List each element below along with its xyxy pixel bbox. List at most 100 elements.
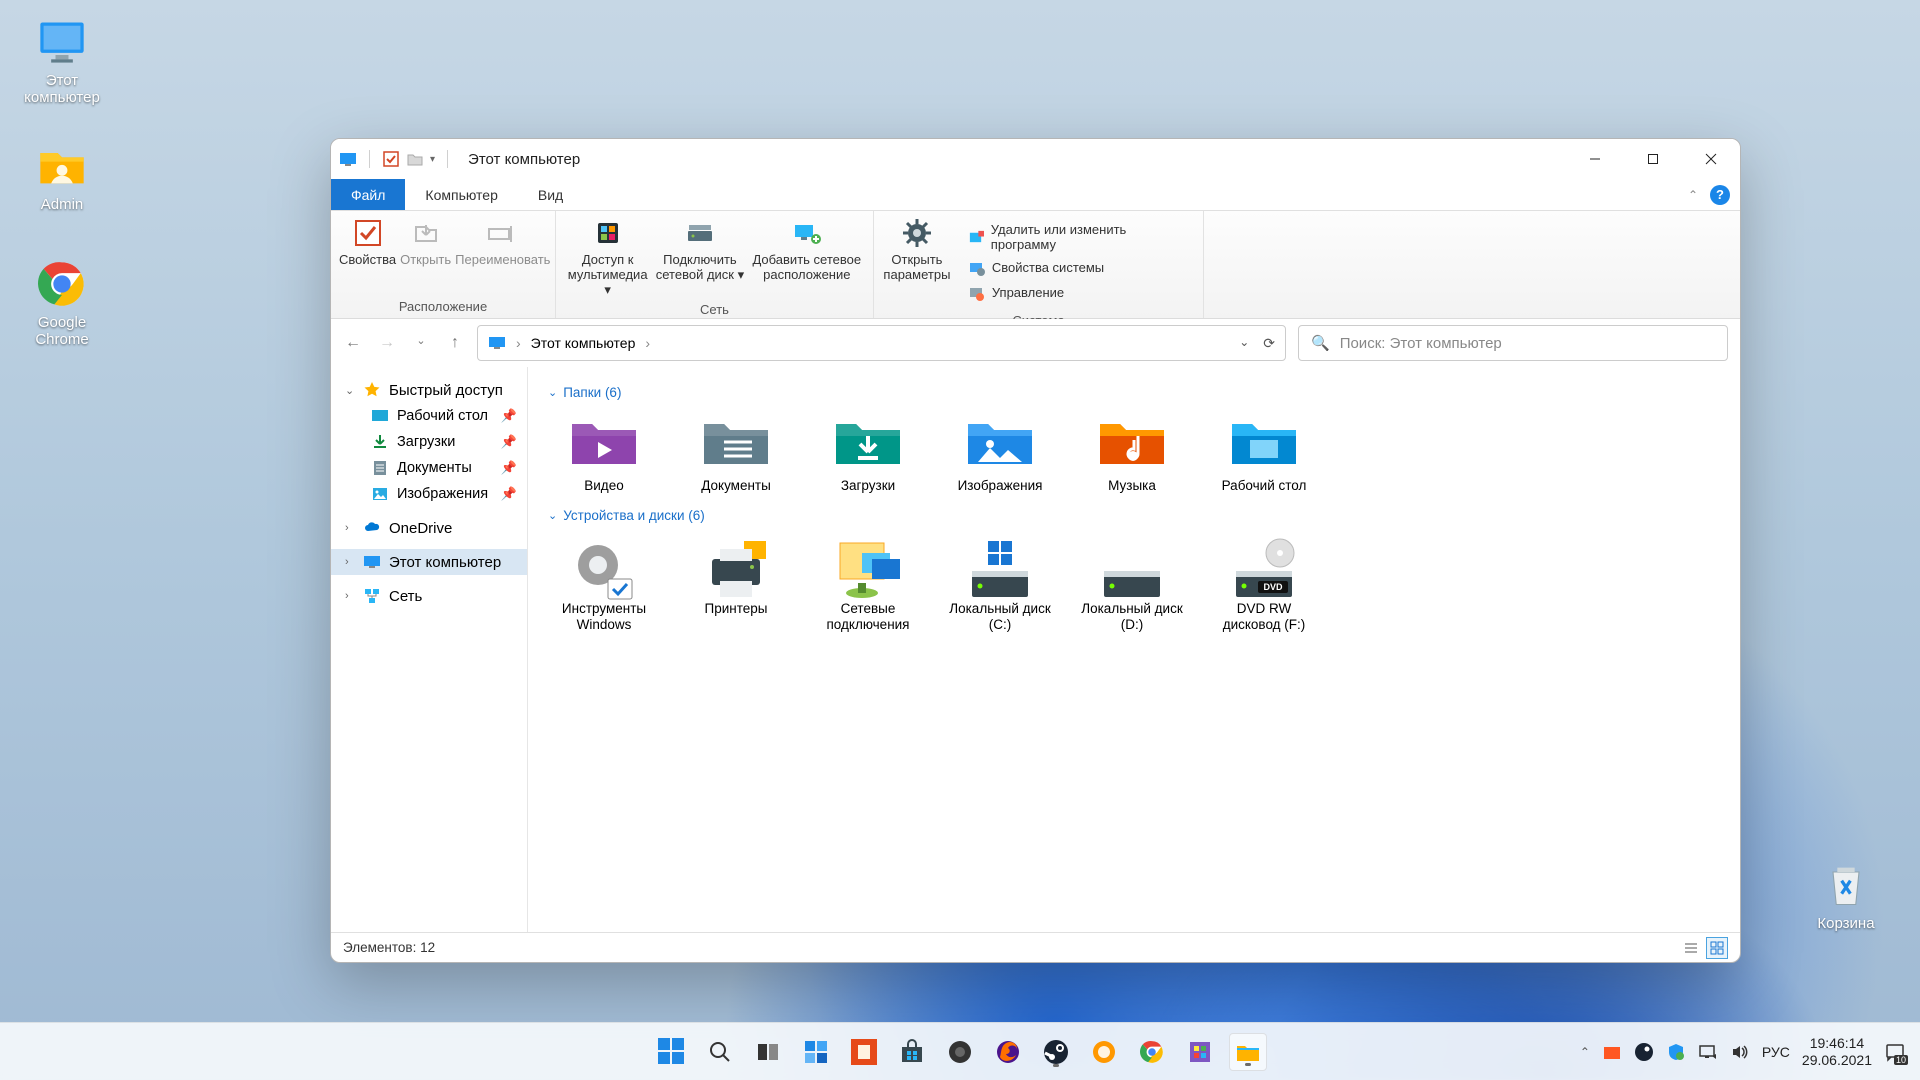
sidebar-onedrive[interactable]: › OneDrive xyxy=(331,515,527,541)
tab-computer[interactable]: Компьютер xyxy=(405,179,517,210)
desktop-icon-this-pc[interactable]: Этот компьютер xyxy=(18,16,106,106)
taskbar-search-button[interactable] xyxy=(701,1033,739,1071)
taskbar-task-view-button[interactable] xyxy=(749,1033,787,1071)
qat-properties-icon[interactable] xyxy=(382,150,400,168)
ribbon-properties[interactable]: Свойства xyxy=(339,217,396,268)
documents-icon xyxy=(371,459,389,477)
device-printers[interactable]: Принтеры xyxy=(680,535,792,633)
nav-recent-dropdown[interactable]: ⌄ xyxy=(411,334,431,352)
taskbar-app-obs[interactable] xyxy=(941,1033,979,1071)
content-pane[interactable]: ⌄ Папки (6) Видео Документы Загрузки xyxy=(528,367,1740,932)
device-network-connections[interactable]: Сетевые подключения xyxy=(812,535,924,633)
tray-steam-icon[interactable] xyxy=(1634,1042,1654,1062)
sidebar-downloads[interactable]: Загрузки 📌 xyxy=(331,429,527,455)
folder-music[interactable]: Музыка xyxy=(1076,412,1188,494)
section-header-devices[interactable]: ⌄ Устройства и диски (6) xyxy=(548,500,1720,535)
qat-dropdown-icon[interactable]: ▾ xyxy=(430,154,435,165)
pin-icon[interactable]: 📌 xyxy=(501,408,517,424)
network-connections-icon xyxy=(832,535,904,591)
tray-volume-icon[interactable] xyxy=(1730,1042,1750,1062)
device-dvd-drive[interactable]: DVD DVD RW дисковод (F:) xyxy=(1208,535,1320,633)
ribbon-manage[interactable]: Управление xyxy=(964,283,1187,305)
folder-documents[interactable]: Документы xyxy=(680,412,792,494)
tray-language-indicator[interactable]: РУС xyxy=(1762,1044,1790,1060)
nav-forward-button[interactable]: → xyxy=(377,334,397,352)
maximize-button[interactable] xyxy=(1624,139,1682,179)
desktop-icon-admin[interactable]: Admin xyxy=(18,140,106,213)
device-windows-tools[interactable]: Инструменты Windows xyxy=(548,535,660,633)
taskbar-widgets-button[interactable] xyxy=(797,1033,835,1071)
tile-label: Видео xyxy=(584,478,623,493)
chevron-down-icon[interactable]: ⌄ xyxy=(345,384,355,397)
ribbon-rename[interactable]: Переименовать xyxy=(455,217,547,268)
breadcrumb-separator-icon[interactable]: › xyxy=(516,335,521,351)
ribbon-system-properties[interactable]: Свойства системы xyxy=(964,258,1187,280)
folder-video[interactable]: Видео xyxy=(548,412,660,494)
chevron-right-icon[interactable]: › xyxy=(345,522,355,534)
taskbar-app-office[interactable] xyxy=(845,1033,883,1071)
ribbon-add-network-location[interactable]: Добавить сетевое расположение xyxy=(749,217,865,283)
ribbon-open-settings[interactable]: Открыть параметры xyxy=(882,217,952,283)
taskbar-app-browser[interactable] xyxy=(1085,1033,1123,1071)
breadcrumb-separator-icon[interactable]: › xyxy=(645,335,650,351)
chevron-right-icon[interactable]: › xyxy=(345,590,355,602)
pin-icon[interactable]: 📌 xyxy=(501,486,517,502)
folder-desktop[interactable]: Рабочий стол xyxy=(1208,412,1320,494)
help-icon[interactable]: ? xyxy=(1710,185,1730,205)
tray-network-icon[interactable] xyxy=(1698,1042,1718,1062)
ribbon-item-label: Свойства xyxy=(339,252,396,267)
minimize-button[interactable] xyxy=(1566,139,1624,179)
device-local-disk-c[interactable]: Локальный диск (C:) xyxy=(944,535,1056,633)
breadcrumb-item[interactable]: Этот компьютер xyxy=(531,335,636,351)
start-button[interactable] xyxy=(653,1033,691,1071)
taskbar[interactable]: ⌃ РУС 19:46:14 29.06.2021 10 xyxy=(0,1022,1920,1080)
desktop-icon-recycle-bin[interactable]: Корзина xyxy=(1802,859,1890,932)
refresh-button[interactable]: ⟳ xyxy=(1263,335,1275,352)
nav-back-button[interactable]: ← xyxy=(343,334,363,352)
tray-app-icon[interactable] xyxy=(1602,1042,1622,1062)
tab-file[interactable]: Файл xyxy=(331,179,405,210)
tab-view[interactable]: Вид xyxy=(518,179,583,210)
folder-pictures[interactable]: Изображения xyxy=(944,412,1056,494)
address-bar[interactable]: › Этот компьютер › ⌄ ⟳ xyxy=(477,325,1286,361)
taskbar-app-firefox[interactable] xyxy=(989,1033,1027,1071)
qat-folder-icon[interactable] xyxy=(406,150,424,168)
chevron-right-icon[interactable]: › xyxy=(345,556,355,568)
device-local-disk-d[interactable]: Локальный диск (D:) xyxy=(1076,535,1188,633)
taskbar-app-steam[interactable] xyxy=(1037,1033,1075,1071)
sidebar-network[interactable]: › Сеть xyxy=(331,583,527,609)
sidebar-quick-access[interactable]: ⌄ Быстрый доступ xyxy=(331,377,527,403)
sidebar-desktop[interactable]: Рабочий стол 📌 xyxy=(331,403,527,429)
desktop-icon-chrome[interactable]: Google Chrome xyxy=(18,258,106,348)
window-titlebar[interactable]: ▾ Этот компьютер xyxy=(331,139,1740,179)
section-header-folders[interactable]: ⌄ Папки (6) xyxy=(548,377,1720,412)
ribbon-map-drive[interactable]: Подключить сетевой диск ▾ xyxy=(655,217,744,283)
sidebar-documents[interactable]: Документы 📌 xyxy=(331,455,527,481)
ribbon-open[interactable]: Открыть xyxy=(400,217,451,268)
sidebar-this-pc[interactable]: › Этот компьютер xyxy=(331,549,527,575)
taskbar-app-misc[interactable] xyxy=(1181,1033,1219,1071)
address-dropdown-icon[interactable]: ⌄ xyxy=(1239,335,1249,352)
chevron-down-icon: ⌄ xyxy=(548,386,557,399)
folder-downloads[interactable]: Загрузки xyxy=(812,412,924,494)
pin-icon[interactable]: 📌 xyxy=(501,460,517,476)
pin-icon[interactable]: 📌 xyxy=(501,434,517,450)
view-details-button[interactable] xyxy=(1680,937,1702,959)
ribbon-media-access[interactable]: Доступ к мультимедиа ▾ xyxy=(564,217,651,298)
taskbar-app-file-explorer[interactable] xyxy=(1229,1033,1267,1071)
tray-notifications-button[interactable]: 10 xyxy=(1884,1041,1906,1063)
tray-clock[interactable]: 19:46:14 29.06.2021 xyxy=(1802,1035,1872,1067)
taskbar-app-chrome[interactable] xyxy=(1133,1033,1171,1071)
view-large-icons-button[interactable] xyxy=(1706,937,1728,959)
tray-security-icon[interactable] xyxy=(1666,1042,1686,1062)
close-button[interactable] xyxy=(1682,139,1740,179)
taskbar-app-store[interactable] xyxy=(893,1033,931,1071)
search-box[interactable]: 🔍 Поиск: Этот компьютер xyxy=(1298,325,1728,361)
ribbon-uninstall-program[interactable]: Удалить или изменить программу xyxy=(964,221,1187,255)
ribbon-collapse-icon[interactable]: ⌃ xyxy=(1688,188,1698,202)
sidebar-pictures[interactable]: Изображения 📌 xyxy=(331,481,527,507)
tray-overflow-button[interactable]: ⌃ xyxy=(1580,1045,1590,1059)
nav-up-button[interactable]: ↑ xyxy=(445,334,465,352)
network-location-icon xyxy=(791,217,823,249)
ribbon-item-label: Открыть xyxy=(400,252,451,267)
